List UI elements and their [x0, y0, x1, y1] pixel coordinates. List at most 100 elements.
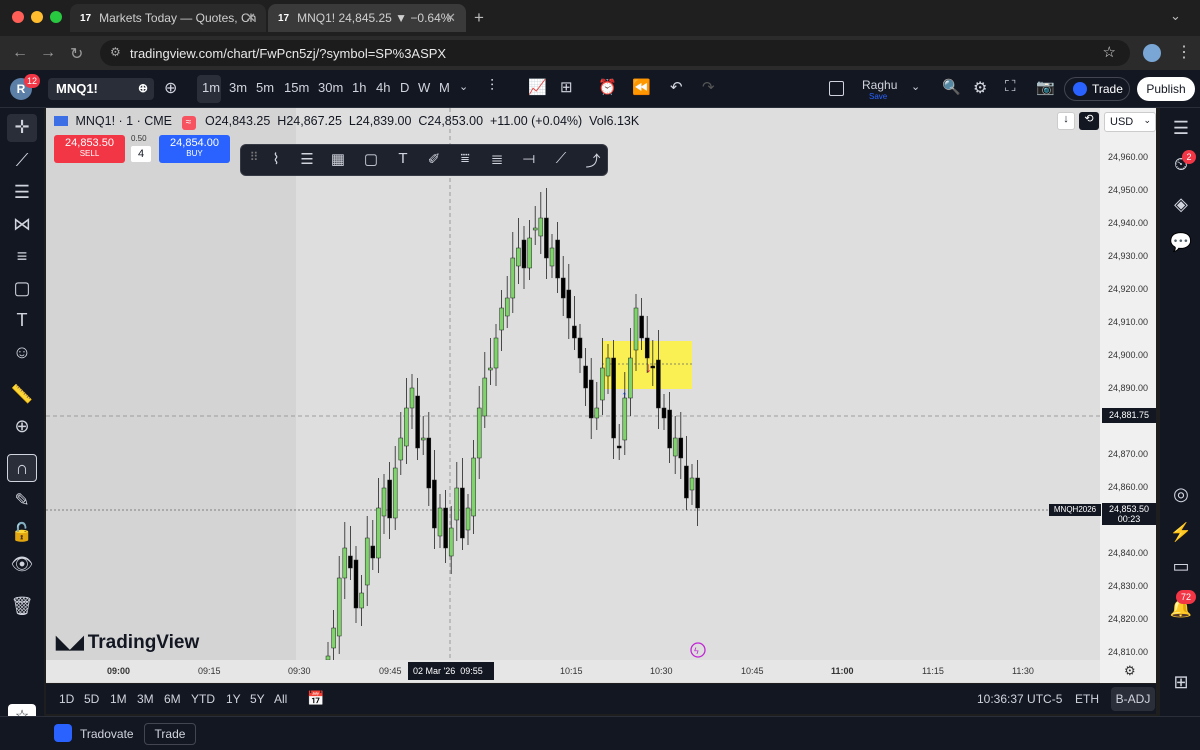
interval-m[interactable]: M [439, 80, 450, 95]
crosshair-icon[interactable]: ✛ [10, 117, 34, 138]
broker-name[interactable]: Tradovate [80, 727, 134, 741]
publish-button[interactable]: Publish [1137, 77, 1195, 101]
buy-button[interactable]: 24,854.00 BUY [159, 135, 230, 163]
path-tool-icon[interactable]: ⌇ [265, 150, 287, 168]
tab-markets-today[interactable]: 17 Markets Today — Quotes, Ch ✕ [70, 4, 266, 32]
parallel-channel-icon[interactable]: ⩸ [454, 150, 476, 167]
scroll-to-bottom-icon[interactable]: ↓ [1057, 112, 1075, 130]
interval-30m[interactable]: 30m [318, 80, 343, 95]
zoom-in-icon[interactable]: ⊕ [10, 416, 34, 437]
range-6m[interactable]: 6M [164, 692, 181, 706]
session-toggle[interactable]: ETH [1075, 692, 1099, 706]
templates-grid-icon[interactable]: ⊞ [560, 78, 573, 96]
candle-style-icon[interactable]: ⫶ [490, 78, 494, 96]
interval-4h[interactable]: 4h [376, 80, 390, 95]
range-1y[interactable]: 1Y [226, 692, 241, 706]
trend-line-icon[interactable]: ⟋ [10, 150, 34, 171]
back-arrow-icon[interactable]: ← [12, 44, 28, 62]
new-tab-button[interactable]: + [474, 8, 484, 28]
range-3m[interactable]: 3M [137, 692, 154, 706]
broker-trade-button[interactable]: Trade [144, 723, 196, 745]
browser-menu-icon[interactable]: ⋮ [1176, 42, 1192, 62]
layout-name[interactable]: Raghu [862, 78, 897, 92]
tab-list-chevron-icon[interactable]: ⌄ [1170, 8, 1181, 24]
tab-mnq1[interactable]: 17 MNQ1! 24,845.25 ▼ −0.64% ✕ [268, 4, 466, 32]
apps-grid-icon[interactable]: ⊞ [1169, 672, 1193, 693]
interval-1h[interactable]: 1h [352, 80, 366, 95]
brush-tool-icon[interactable]: ✐ [423, 150, 445, 168]
watchlist-icon[interactable]: ☰ [1169, 118, 1193, 139]
legend-symbol[interactable]: MNQ1! · 1 · CME [75, 114, 172, 128]
profile-avatar[interactable] [1143, 44, 1161, 62]
pattern-icon[interactable]: ⋈ [10, 214, 34, 235]
drag-handle-icon[interactable]: ⠿ [243, 150, 265, 164]
site-settings-icon[interactable]: ⚙ [110, 45, 121, 59]
bookmark-star-icon[interactable]: ☆ [1103, 43, 1116, 61]
text-tool-icon[interactable]: T [10, 310, 34, 331]
interval-d[interactable]: D [400, 80, 409, 95]
range-1m[interactable]: 1M [110, 692, 127, 706]
range-5y[interactable]: 5Y [250, 692, 265, 706]
minimize-window-button[interactable] [31, 11, 43, 23]
quick-search-icon[interactable]: 🔍 [942, 78, 961, 96]
currency-select[interactable]: USD ⌄ [1104, 112, 1156, 132]
adjustment-toggle[interactable]: B-ADJ [1111, 687, 1155, 711]
curve-tool-icon[interactable]: ⤴ [582, 150, 604, 171]
compare-icon[interactable]: ⊕ [138, 81, 148, 95]
go-to-date-calendar-icon[interactable]: 📅 [307, 690, 324, 707]
fullscreen-icon[interactable]: ⛶ [1005, 78, 1016, 95]
rectangle-tool-icon[interactable]: ▢ [360, 150, 382, 168]
axis-settings-icon[interactable]: ⚙ [1124, 663, 1136, 679]
auto-scale-icon[interactable]: ⟲ [1079, 112, 1099, 130]
trend-line-icon[interactable]: ⟋ [550, 150, 572, 167]
prediction-icon[interactable]: ≡ [10, 246, 34, 267]
interval-w[interactable]: W [418, 80, 430, 95]
close-tab-icon[interactable]: ✕ [245, 10, 256, 26]
indicators-icon[interactable]: 📈 [528, 78, 547, 96]
signal-icon[interactable]: ⚡ [1169, 522, 1193, 543]
chat-icon[interactable]: 💬 [1169, 232, 1193, 253]
url-field[interactable]: ⚙ tradingview.com/chart/FwPcn5zj/?symbol… [100, 40, 1130, 66]
screener-icon[interactable]: ▭ [1169, 556, 1193, 577]
layout-dropdown-chevron-icon[interactable]: ⌄ [911, 80, 920, 93]
horizontal-ray-icon[interactable]: ⟞ [518, 150, 540, 167]
interval-5m[interactable]: 5m [256, 80, 274, 95]
trade-button[interactable]: Trade [1064, 77, 1130, 101]
emoji-icon[interactable]: ☺ [10, 342, 34, 363]
layout-save-status[interactable]: Save [869, 92, 887, 101]
ruler-icon[interactable]: 📏 [10, 384, 34, 405]
price-chart-svg[interactable]: ↓ ↑ ϟ [46, 108, 1100, 660]
target-icon[interactable]: ◎ [1169, 484, 1193, 505]
text-tool-icon[interactable]: T [392, 150, 414, 167]
snapshot-camera-icon[interactable]: 📷 [1036, 78, 1055, 96]
lines-tool-icon[interactable]: ☰ [296, 150, 318, 168]
range-5d[interactable]: 5D [84, 692, 99, 706]
close-window-button[interactable] [12, 11, 24, 23]
forward-arrow-icon[interactable]: → [40, 44, 56, 62]
trash-icon[interactable]: 🗑 [10, 596, 34, 617]
regression-icon[interactable]: ≣ [486, 150, 508, 168]
reload-icon[interactable]: ↻ [70, 44, 83, 64]
range-1d[interactable]: 1D [59, 692, 74, 706]
interval-1m[interactable]: 1m [202, 80, 220, 95]
undo-icon[interactable]: ↶ [670, 78, 683, 96]
interval-dropdown-chevron-icon[interactable]: ⌄ [459, 80, 468, 93]
add-symbol-icon[interactable]: ⊕ [164, 78, 177, 98]
sell-button[interactable]: 24,853.50 SELL [54, 135, 125, 163]
stay-in-drawing-icon[interactable]: ✎ [10, 490, 34, 511]
quantity-input[interactable]: 4 [131, 146, 151, 162]
layers-icon[interactable]: ◈ [1169, 194, 1193, 215]
fib-retracement-icon[interactable]: ☰ [10, 182, 34, 203]
close-tab-icon[interactable]: ✕ [445, 10, 456, 26]
settings-gear-icon[interactable]: ⚙ [973, 78, 987, 98]
alert-icon[interactable]: ⏰ [598, 78, 617, 96]
replay-icon[interactable]: ⏪ [632, 78, 651, 96]
interval-15m[interactable]: 15m [284, 80, 309, 95]
layout-select-icon[interactable] [829, 81, 844, 96]
symbol-search-input[interactable]: MNQ1! ⊕ [48, 78, 154, 100]
redo-icon[interactable]: ↷ [702, 78, 715, 96]
geometric-shapes-icon[interactable]: ▢ [10, 278, 34, 299]
lock-icon[interactable]: 🔓 [10, 522, 34, 543]
hide-drawings-eye-icon[interactable]: 👁 [10, 554, 34, 575]
table-tool-icon[interactable]: ▦ [327, 150, 349, 168]
